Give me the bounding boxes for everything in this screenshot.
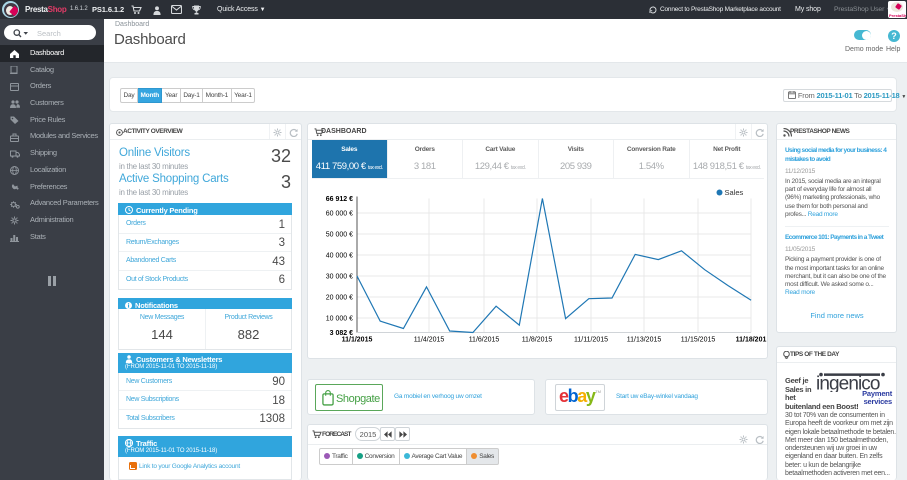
svg-text:66 912 €: 66 912 € — [326, 196, 353, 203]
svg-text:11/18/201: 11/18/201 — [736, 337, 767, 344]
svg-text:11/4/2015: 11/4/2015 — [414, 337, 445, 344]
svg-text:11/6/2015: 11/6/2015 — [469, 337, 500, 344]
svg-text:50 000 €: 50 000 € — [326, 232, 353, 239]
svg-text:11/11/2015: 11/11/2015 — [574, 337, 608, 344]
svg-text:11/13/2015: 11/13/2015 — [627, 337, 662, 344]
svg-text:30 000 €: 30 000 € — [326, 274, 353, 281]
svg-text:40 000 €: 40 000 € — [326, 253, 353, 260]
svg-text:11/8/2015: 11/8/2015 — [522, 337, 553, 344]
svg-text:60 000 €: 60 000 € — [326, 211, 353, 218]
svg-text:11/1/2015: 11/1/2015 — [342, 337, 373, 344]
svg-text:11/15/2015: 11/15/2015 — [681, 337, 716, 344]
svg-text:Sales: Sales — [725, 188, 744, 197]
svg-text:20 000 €: 20 000 € — [326, 295, 353, 302]
svg-text:10 000 €: 10 000 € — [326, 316, 353, 323]
